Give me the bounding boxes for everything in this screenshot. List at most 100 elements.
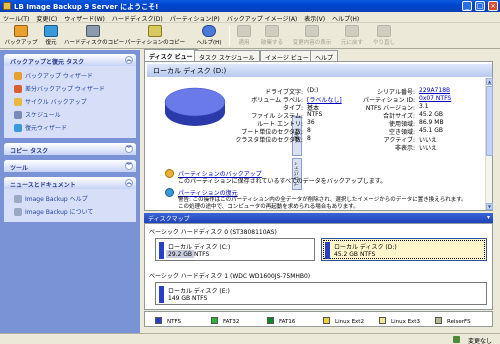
tools-header[interactable]: ツール ︾ — [4, 160, 136, 172]
menu-partition[interactable]: パーティション(P) — [167, 12, 224, 23]
scroll-up-icon[interactable]: ▲ — [486, 78, 493, 85]
task-backup-wizard[interactable]: バックアップ ウィザード — [14, 69, 130, 82]
restore-button[interactable]: 復元 — [40, 24, 62, 48]
news-help[interactable]: Image Backup ヘルプ — [14, 192, 130, 205]
menu-tools[interactable]: ツール(T) — [0, 12, 33, 23]
discard-button[interactable]: 破棄する — [257, 24, 287, 48]
tools-panel: ツール ︾ — [4, 160, 136, 172]
hdd-copy-button[interactable]: ハードディスクのコピー — [64, 24, 124, 48]
menu-backup-image[interactable]: バックアップ イメージ(A) — [224, 12, 302, 23]
legend-swatch — [323, 317, 330, 324]
copy-tasks-panel: コピー タスク ︾ — [4, 143, 136, 155]
chevron-down-icon[interactable]: ︾ — [125, 162, 133, 170]
partition-copy-icon — [148, 25, 162, 37]
apply-button[interactable]: 適用 — [233, 24, 255, 48]
news-panel: ニュースとドキュメント ︽ Image Backup ヘルプ Image Bac… — [4, 177, 136, 222]
scroll-down-icon[interactable]: ▼ — [486, 203, 493, 210]
apply-icon — [237, 25, 251, 37]
disk-usage-graphic — [164, 87, 226, 126]
disk-map: ベーシック ハードディスク 0 (ST3808110AS) ローカル ディスク … — [144, 223, 493, 310]
legend-item: Linux Ext2 — [323, 317, 364, 325]
backup-partition-icon — [165, 169, 174, 178]
redo-button[interactable]: やり直し — [369, 24, 399, 48]
view-tabs: ディスク ビュー タスク スケジュール イメージ ビュー ヘルプ — [144, 49, 496, 62]
legend-item: NTFS — [155, 317, 181, 325]
restore-wizard-icon — [14, 123, 22, 132]
menu-harddisk[interactable]: ハードディスク(D) — [109, 12, 167, 23]
disk-view-scrollbar[interactable]: ▲ ▼ — [485, 78, 493, 210]
backup-icon — [14, 25, 28, 37]
chevron-down-icon[interactable]: ▾ — [487, 214, 490, 221]
property-value: NTFS — [307, 111, 323, 118]
tab-image-view[interactable]: イメージ ビュー — [260, 50, 314, 62]
backup-restore-header[interactable]: バックアップと復元 タスク ︽ — [4, 54, 136, 66]
tab-task-schedule[interactable]: タスク スケジュール — [194, 50, 260, 62]
disk-view-panel: ローカル ディスク (D:) 操作 プロパティ ドライブ文字: (D:) ボリューム… — [144, 61, 493, 211]
ntfs-bar — [325, 242, 330, 259]
legend-item: FAT32 — [211, 317, 239, 325]
menu-help[interactable]: ヘルプ(H) — [329, 12, 363, 23]
property-value[interactable]: 229A718B — [419, 87, 450, 94]
chevron-up-icon[interactable]: ︽ — [125, 56, 133, 64]
property-value: 45.1 GB — [419, 127, 444, 134]
restore-icon — [44, 25, 58, 37]
close-button[interactable]: × — [488, 1, 498, 11]
discard-icon — [265, 25, 279, 37]
property-value: (D:) — [307, 87, 319, 94]
ntfs-bar — [159, 286, 164, 303]
help-doc-icon — [14, 194, 22, 203]
partition-e[interactable]: ローカル ディスク (E:) 149 GB NTFS — [155, 282, 487, 305]
news-header[interactable]: ニュースとドキュメント ︽ — [4, 177, 136, 189]
chevron-up-icon[interactable]: ︽ — [125, 179, 133, 187]
menu-bar: ツール(T) 変更(C) ウィザード(W) ハードディスク(D) パーティション… — [0, 12, 500, 23]
task-differential-backup[interactable]: 差分バックアップ ウィザード — [14, 82, 130, 95]
task-schedule[interactable]: スケジュール — [14, 108, 130, 121]
maximize-button[interactable]: □ — [475, 1, 485, 11]
copy-tasks-header[interactable]: コピー タスク ︾ — [4, 143, 136, 155]
undo-icon — [345, 25, 359, 37]
backup-button[interactable]: バックアップ — [4, 24, 38, 48]
menu-change[interactable]: 変更(C) — [33, 12, 61, 23]
filesystem-legend: NTFS FAT32 FAT16 Linux Ext2 Linux Ext3 Reiser… — [144, 311, 493, 327]
redo-icon — [377, 25, 391, 37]
ntfs-bar — [159, 242, 164, 259]
news-list: Image Backup ヘルプ Image Backup について — [4, 189, 136, 222]
legend-swatch — [435, 317, 442, 324]
disk0-title: ベーシック ハードディスク 0 (ST3808110AS) — [149, 229, 277, 236]
menu-wizard[interactable]: ウィザード(W) — [61, 12, 109, 23]
property-label: クラスタ単位のセクタ数: — [235, 137, 303, 144]
differential-backup-icon — [14, 84, 22, 93]
legend-item: Linux Ext3 — [379, 317, 420, 325]
tab-help[interactable]: ヘルプ — [310, 50, 339, 62]
restore-partition-icon — [165, 188, 174, 197]
status-bar: 変更なし — [0, 333, 500, 344]
scroll-thumb[interactable] — [486, 86, 493, 156]
property-value: 36 — [307, 119, 315, 126]
show-changes-button[interactable]: 変更内容の表示 — [289, 24, 335, 48]
property-value[interactable]: 0x07 NTFS — [419, 95, 451, 102]
legend-item: FAT16 — [267, 317, 295, 325]
disk-map-header: ディスクマップ ▾ — [144, 213, 493, 223]
task-cycle-backup[interactable]: サイクル バックアップ — [14, 95, 130, 108]
task-restore-wizard[interactable]: 復元ウィザード — [14, 121, 130, 134]
disk1-title: ベーシック ハードディスク 1 (WDC WD1600JS-75MHB0) — [149, 273, 311, 280]
legend-swatch — [155, 317, 162, 324]
show-changes-icon — [305, 25, 319, 37]
partition-d[interactable]: ローカル ディスク (D:) 45.2 GB NTFS — [321, 238, 487, 261]
partition-c[interactable]: ローカル ディスク (C:) 29.2 GB NTFS — [155, 238, 315, 261]
news-about[interactable]: Image Backup について — [14, 205, 130, 218]
menu-view[interactable]: 表示(V) — [301, 12, 329, 23]
property-value: 86.9 MB — [419, 119, 444, 126]
help-button[interactable]: ヘルプ(H) — [192, 24, 226, 48]
chevron-down-icon[interactable]: ︾ — [125, 145, 133, 153]
partition-copy-button[interactable]: パーティションのコピー — [124, 24, 186, 48]
minimize-button[interactable]: _ — [462, 1, 472, 11]
undo-button[interactable]: 元に戻す — [337, 24, 367, 48]
about-doc-icon — [14, 207, 22, 216]
status-icon — [453, 336, 460, 343]
tab-disk-view[interactable]: ディスク ビュー — [144, 49, 198, 61]
property-label: 非表示: — [394, 145, 415, 152]
properties-side-tab[interactable]: プロパティ — [292, 158, 302, 190]
disk-view-title: ローカル ディスク (D:) — [147, 64, 492, 77]
task-sidebar: バックアップと復元 タスク ︽ バックアップ ウィザード 差分バックアップ ウィ… — [0, 50, 140, 333]
